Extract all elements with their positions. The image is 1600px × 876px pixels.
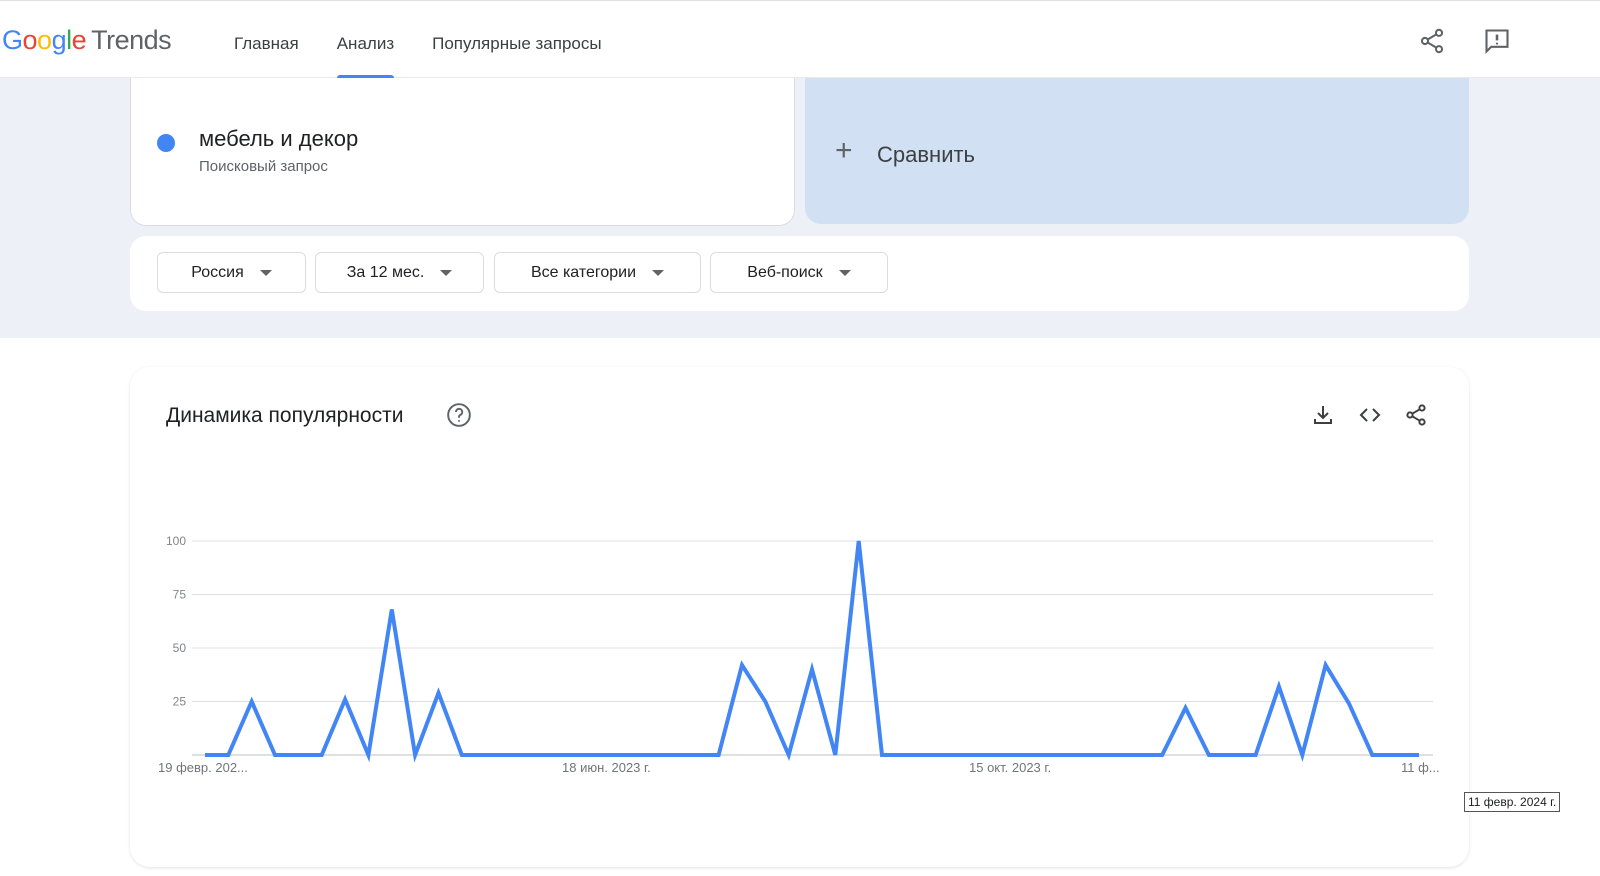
chart-grid [192, 540, 1433, 756]
x-tick-labels: 19 февр. 202... 18 июн. 2023 г. 15 окт. 20… [158, 760, 1440, 775]
x-tick-label: 15 окт. 2023 г. [969, 760, 1051, 775]
x-tick-label: 11 ф... [1401, 760, 1440, 775]
interest-line-chart[interactable]: 25 50 75 100 19 февр. 202... 18 июн. 2023 г.… [0, 0, 1600, 876]
y-tick-label: 100 [166, 534, 186, 548]
date-tooltip: 11 февр. 2024 г. [1464, 792, 1561, 812]
x-tick-label: 19 февр. 202... [158, 760, 248, 775]
y-tick-labels: 25 50 75 100 [166, 534, 186, 709]
y-tick-label: 50 [173, 641, 187, 655]
y-tick-label: 25 [173, 695, 187, 709]
x-tick-label: 18 июн. 2023 г. [562, 760, 651, 775]
y-tick-label: 75 [173, 588, 187, 602]
